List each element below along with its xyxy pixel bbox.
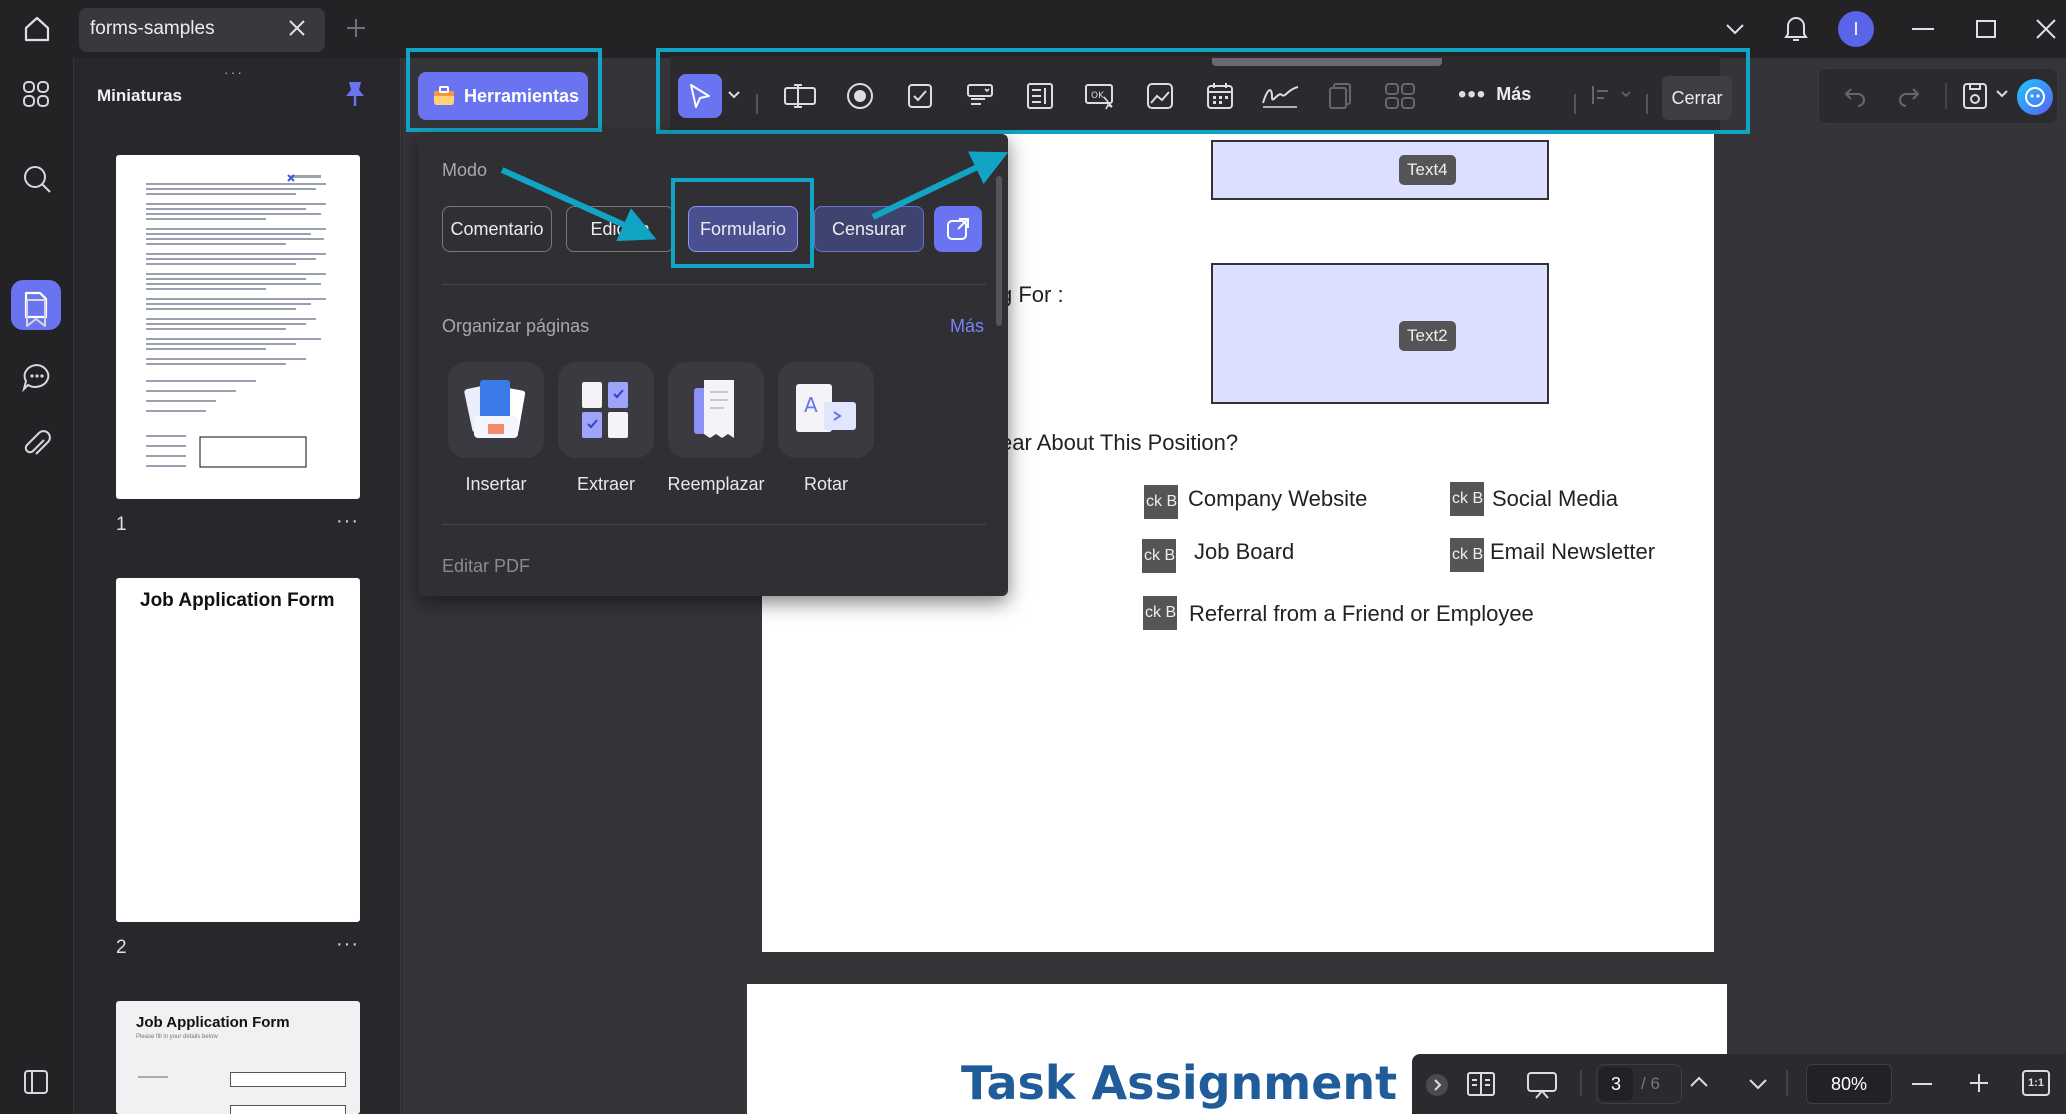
mode-edit-button[interactable]: Edición — [566, 206, 674, 252]
separator — [1945, 83, 1947, 109]
divider — [442, 524, 986, 525]
tab-title: forms-samples — [90, 18, 215, 39]
checkbox-referral[interactable]: ck B — [1143, 596, 1177, 630]
page-layout-icon[interactable] — [1466, 1070, 1496, 1098]
search-icon[interactable] — [22, 164, 52, 194]
apps-grid-icon[interactable] — [22, 80, 50, 108]
tools-button-label: Herramientas — [464, 85, 580, 106]
page-thumbnail-1[interactable] — [116, 155, 360, 499]
field-label: Text2 — [1399, 321, 1456, 351]
bottom-status-bar: 3 / 6 80% 1:1 — [1412, 1054, 2066, 1114]
replace-tile-label: Reemplazar — [667, 474, 765, 494]
insert-tile-label: Insertar — [465, 474, 527, 494]
attachment-icon[interactable] — [22, 430, 52, 460]
comment-icon[interactable] — [21, 362, 53, 392]
text-field-text2[interactable]: Text2 — [1211, 263, 1549, 404]
maximize-icon[interactable] — [1976, 20, 1996, 38]
mode-redact-button[interactable]: Censurar — [814, 206, 924, 252]
option-label: Referral from a Friend or Employee — [1189, 601, 1534, 626]
panel-toggle-icon[interactable] — [22, 1068, 50, 1096]
close-window-icon[interactable] — [2034, 17, 2058, 41]
field-label: Text4 — [1399, 155, 1456, 185]
bookmark-icon[interactable] — [24, 298, 48, 328]
actual-size-button[interactable]: 1:1 — [2022, 1070, 2050, 1096]
extract-tile-label: Extraer — [576, 474, 636, 494]
collapse-arrow-icon[interactable] — [1426, 1074, 1448, 1096]
popup-scrollbar[interactable] — [996, 176, 1002, 326]
chevron-down-icon[interactable] — [1722, 16, 1748, 42]
open-external-button[interactable] — [934, 206, 982, 252]
rotate-tile-label: Rotar — [803, 474, 848, 494]
thumbnail-field-label — [138, 1076, 168, 1078]
tools-button[interactable]: Herramientas — [418, 72, 588, 120]
pin-icon[interactable] — [344, 80, 366, 108]
extract-page-tile[interactable] — [558, 362, 654, 458]
thumbnail-title: Job Application Form — [140, 590, 335, 611]
checkbox-company-website[interactable]: ck B — [1144, 485, 1178, 519]
drag-handle[interactable]: ··· — [224, 64, 244, 80]
separator — [1580, 1070, 1582, 1096]
chevron-down-icon[interactable] — [1995, 89, 2009, 99]
page-thumbnail-2[interactable]: Job Application Form — [116, 578, 360, 922]
current-page-input[interactable]: 3 — [1599, 1067, 1633, 1101]
text-field-text4[interactable]: Text4 — [1211, 140, 1549, 200]
previous-page-icon[interactable] — [1687, 1072, 1711, 1092]
page-navigator: 3 / 6 — [1596, 1064, 1682, 1104]
redo-icon[interactable] — [1897, 83, 1921, 107]
toolbar-highlight — [656, 48, 1750, 134]
edit-pdf-section-label: Editar PDF — [442, 556, 531, 576]
form-mode-highlight — [671, 178, 814, 268]
page-number-1: 1 — [116, 514, 127, 535]
thumbnail-subtitle: Please fill in your details below — [136, 1034, 218, 1040]
zoom-level[interactable]: 80% — [1806, 1064, 1892, 1104]
avatar[interactable]: I — [1838, 11, 1874, 47]
organize-more-link[interactable]: Más — [950, 316, 984, 337]
minimize-icon[interactable] — [1912, 28, 1934, 30]
toolbox-icon — [432, 85, 456, 107]
thumbnail-title: Job Application Form — [136, 1014, 290, 1031]
page-thumbnail-3[interactable]: Job Application Form Please fill in your… — [116, 1001, 360, 1114]
ai-assistant-icon[interactable] — [2017, 79, 2053, 115]
save-icon[interactable] — [1961, 81, 1989, 111]
zoom-in-icon[interactable] — [1968, 1072, 1990, 1094]
left-rail — [0, 58, 74, 1114]
thumbnail-more-2[interactable]: ··· — [336, 933, 359, 956]
page-text-fragment: g For : — [1000, 282, 1064, 307]
page-number-2: 2 — [116, 937, 127, 958]
checkbox-social-media[interactable]: ck B — [1450, 482, 1484, 516]
option-label: Company Website — [1188, 486, 1368, 511]
insert-page-tile[interactable] — [448, 362, 544, 458]
checkbox-job-board[interactable]: ck B — [1142, 539, 1176, 573]
checkbox-email-newsletter[interactable]: ck B — [1450, 538, 1484, 572]
thumbnail-field — [230, 1105, 346, 1114]
mode-comment-button[interactable]: Comentario — [442, 206, 552, 252]
option-label: Social Media — [1492, 486, 1618, 511]
undo-icon[interactable] — [1843, 83, 1867, 107]
option-label: Job Board — [1194, 539, 1295, 564]
next-page-icon[interactable] — [1746, 1074, 1770, 1094]
new-tab-icon[interactable] — [344, 16, 368, 40]
organize-section-label: Organizar páginas — [442, 316, 590, 336]
presentation-icon[interactable] — [1526, 1070, 1558, 1100]
right-toolbar — [1818, 68, 2058, 124]
replace-page-tile[interactable] — [668, 362, 764, 458]
panel-title: Miniaturas — [97, 86, 183, 105]
svg-text:A: A — [804, 393, 818, 417]
option-label: Email Newsletter — [1490, 539, 1656, 564]
separator — [1786, 1070, 1788, 1096]
zoom-out-icon[interactable] — [1912, 1083, 1932, 1085]
home-icon[interactable] — [22, 14, 52, 44]
mode-section-label: Modo — [442, 160, 488, 180]
thumbnail-field — [230, 1072, 346, 1087]
thumbnail-more-1[interactable]: ··· — [336, 510, 359, 533]
bell-icon[interactable] — [1781, 12, 1811, 44]
question-text: ear About This Position? — [1000, 430, 1239, 455]
close-tab-icon[interactable] — [285, 16, 309, 40]
total-pages: / 6 — [1641, 1074, 1660, 1093]
rotate-page-tile[interactable]: A — [778, 362, 874, 458]
divider — [442, 284, 986, 285]
